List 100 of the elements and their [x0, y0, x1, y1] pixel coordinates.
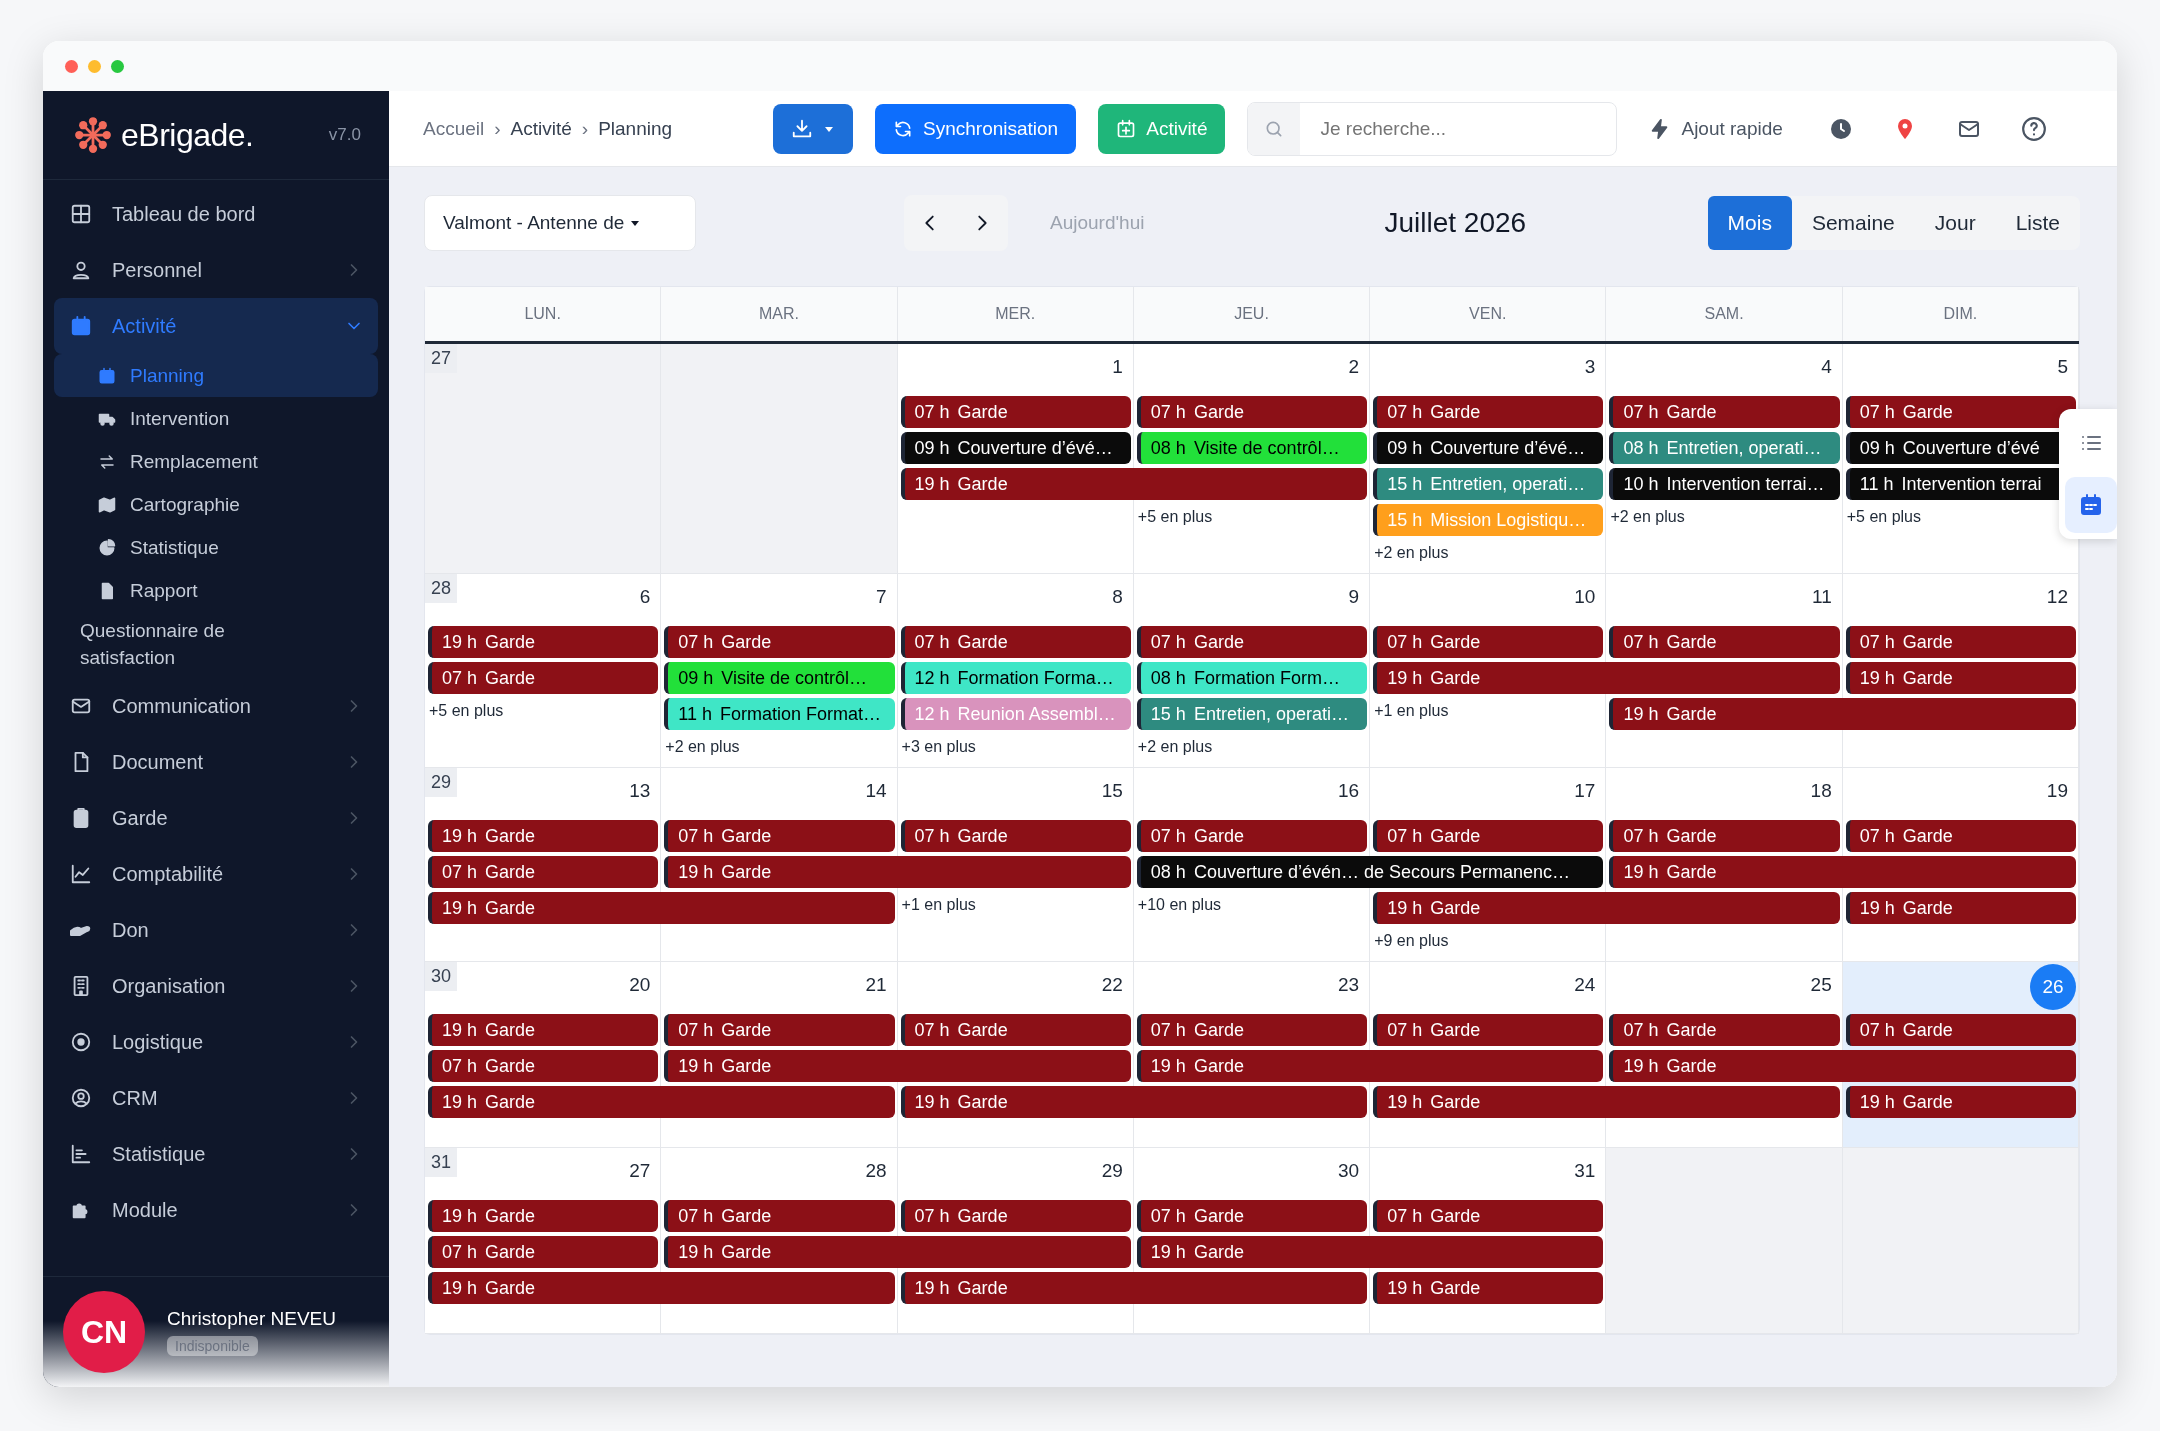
calendar-event[interactable]: 12 h Formation Forma… [900, 662, 1131, 694]
more-link[interactable]: +5 en plus [425, 696, 504, 720]
calendar-event[interactable]: 07 h Garde [1136, 626, 1368, 658]
calendar-event[interactable]: 07 h Garde [1609, 820, 1840, 852]
calendar-event[interactable]: 07 h Garde [1373, 626, 1604, 658]
calendar-event[interactable]: 07 h Garde [900, 1200, 1131, 1232]
sync-button[interactable]: Synchronisation [875, 103, 1077, 154]
calendar-event[interactable]: 15 h Entretien, operati… [1136, 698, 1368, 730]
calendar-event[interactable]: 07 h Garde [1845, 820, 2076, 852]
calendar-event[interactable]: 19 h Garde [428, 820, 659, 852]
sidebar-item[interactable]: Garde [54, 790, 378, 846]
calendar-event[interactable]: 19 h Garde [1136, 1236, 1604, 1268]
day-number[interactable]: 21 [865, 962, 887, 996]
more-link[interactable]: +1 en plus [1370, 696, 1449, 720]
calendar-event[interactable]: 19 h Garde [1845, 662, 2076, 694]
day-number[interactable]: 7 [876, 574, 887, 608]
user-avatar[interactable]: CN [63, 1291, 145, 1373]
calendar-event[interactable]: 07 h Garde [900, 1014, 1131, 1046]
calendar-event[interactable]: 07 h Garde [664, 1200, 895, 1232]
calendar-event[interactable]: 07 h Garde [664, 820, 895, 852]
day-number[interactable]: 19 [2046, 768, 2068, 802]
sidebar-item[interactable]: Don [54, 902, 378, 958]
calendar-event[interactable]: 07 h Garde [1845, 1014, 2076, 1046]
more-link[interactable]: +9 en plus [1370, 926, 1449, 950]
more-link[interactable]: +3 en plus [897, 732, 976, 756]
calendar-event[interactable]: 08 h Formation Form… [1136, 662, 1368, 694]
day-number[interactable]: 1 [1112, 344, 1123, 378]
calendar-event[interactable]: 07 h Garde [1845, 626, 2076, 658]
sidebar-subitem[interactable]: Cartographie [54, 483, 378, 526]
more-link[interactable]: +5 en plus [1133, 502, 1213, 526]
calendar-event[interactable]: 07 h Garde [664, 1014, 895, 1046]
sidebar-item[interactable]: Organisation [54, 958, 378, 1014]
day-number[interactable]: 10 [1574, 574, 1596, 608]
day-number[interactable]: 29 [1101, 1148, 1123, 1182]
view-tab[interactable]: Mois [1707, 196, 1792, 250]
calendar-event[interactable]: 10 h Intervention terrai… [1609, 468, 1840, 500]
search-field[interactable]: Je recherche... [1247, 101, 1618, 156]
calendar-event[interactable]: 09 h Couverture d’évé… [900, 432, 1131, 464]
calendar-event[interactable]: 19 h Garde [900, 1086, 1368, 1118]
day-number[interactable]: 16 [1338, 768, 1360, 802]
more-link[interactable]: +2 en plus [1606, 502, 1685, 526]
calendar-event[interactable]: 08 h Entretien, operati… [1609, 432, 1840, 464]
day-number[interactable]: 8 [1112, 574, 1123, 608]
day-number[interactable]: 26 [2030, 964, 2076, 1010]
calendar-event[interactable]: 19 h Garde [664, 856, 1131, 888]
calendar-event[interactable]: 09 h Couverture d’évé… [1373, 432, 1604, 464]
sidebar-item[interactable]: Logistique [54, 1014, 378, 1070]
day-number[interactable]: 13 [629, 768, 651, 802]
sidebar-subitem[interactable]: Questionnaire de satisfaction [54, 612, 378, 678]
view-tab[interactable]: Jour [1914, 196, 1996, 250]
day-number[interactable]: 25 [1810, 962, 1832, 996]
calendar-event[interactable]: 19 h Garde [428, 1200, 659, 1232]
calendar-event[interactable]: 07 h Garde [900, 626, 1131, 658]
calendar-event[interactable]: 19 h Garde [1609, 856, 2076, 888]
calendar-event[interactable]: 19 h Garde [428, 892, 895, 924]
sidebar-subitem[interactable]: Planning [54, 354, 378, 397]
calendar-event[interactable]: 19 h Garde [1373, 892, 1840, 924]
calendar-event[interactable]: 07 h Garde [1845, 396, 2076, 428]
calendar-event[interactable]: 11 h Formation Format… [664, 698, 895, 730]
calendar-event[interactable]: 19 h Garde [1373, 662, 1840, 694]
day-number[interactable]: 17 [1574, 768, 1596, 802]
sidebar-subitem[interactable]: Intervention [54, 397, 378, 440]
more-link[interactable]: +5 en plus [1842, 502, 1921, 526]
calendar-event[interactable]: 07 h Garde [1373, 396, 1604, 428]
close-window-button[interactable] [65, 59, 78, 73]
calendar-event[interactable]: 07 h Garde [1136, 820, 1368, 852]
calendar-event[interactable]: 19 h Garde [1373, 1272, 1604, 1304]
calendar-event[interactable]: 19 h Garde [1373, 1086, 1840, 1118]
calendar-event[interactable]: 19 h Garde [1609, 698, 2076, 730]
calendar-event[interactable]: 07 h Garde [428, 662, 659, 694]
day-number[interactable]: 20 [629, 962, 651, 996]
calendar-event[interactable]: 19 h Garde [1136, 1050, 1604, 1082]
day-number[interactable]: 11 [1811, 574, 1832, 608]
calendar-event[interactable]: 07 h Garde [1136, 1200, 1368, 1232]
day-number[interactable]: 14 [865, 768, 887, 802]
breadcrumb-link[interactable]: Activité [510, 117, 572, 140]
calendar-event[interactable]: 08 h Visite de contrôl… [1136, 432, 1368, 464]
sidebar-item[interactable]: Communication [54, 678, 378, 734]
calendar-event[interactable]: 07 h Garde [1136, 396, 1368, 428]
view-tab[interactable]: Liste [1995, 196, 2080, 250]
calendar-event[interactable]: 19 h Garde [1845, 1086, 2076, 1118]
more-link[interactable]: +1 en plus [897, 890, 976, 914]
calendar-event[interactable]: 19 h Garde [428, 1086, 895, 1118]
day-number[interactable]: 4 [1821, 344, 1832, 378]
sidebar-item[interactable]: Tableau de bord [54, 186, 378, 242]
day-number[interactable]: 23 [1338, 962, 1360, 996]
sidebar-item[interactable]: Statistique [54, 1126, 378, 1182]
day-number[interactable]: 31 [1574, 1148, 1596, 1182]
calendar-event[interactable]: 07 h Garde [428, 1236, 659, 1268]
calendar-event[interactable]: 07 h Garde [428, 856, 659, 888]
day-number[interactable]: 2 [1348, 344, 1360, 378]
calendar-event[interactable]: 07 h Garde [1373, 1200, 1604, 1232]
day-number[interactable]: 5 [2057, 344, 2068, 378]
day-number[interactable]: 30 [1338, 1148, 1360, 1182]
day-number[interactable]: 15 [1101, 768, 1123, 802]
day-number[interactable]: 12 [2046, 574, 2068, 608]
calendar-event[interactable]: 08 h Couverture d’évén… de Secours Permanenc… [1136, 856, 1604, 888]
day-number[interactable]: 3 [1584, 344, 1596, 378]
calendar-event[interactable]: 19 h Garde [664, 1050, 1131, 1082]
day-number[interactable]: 22 [1101, 962, 1123, 996]
